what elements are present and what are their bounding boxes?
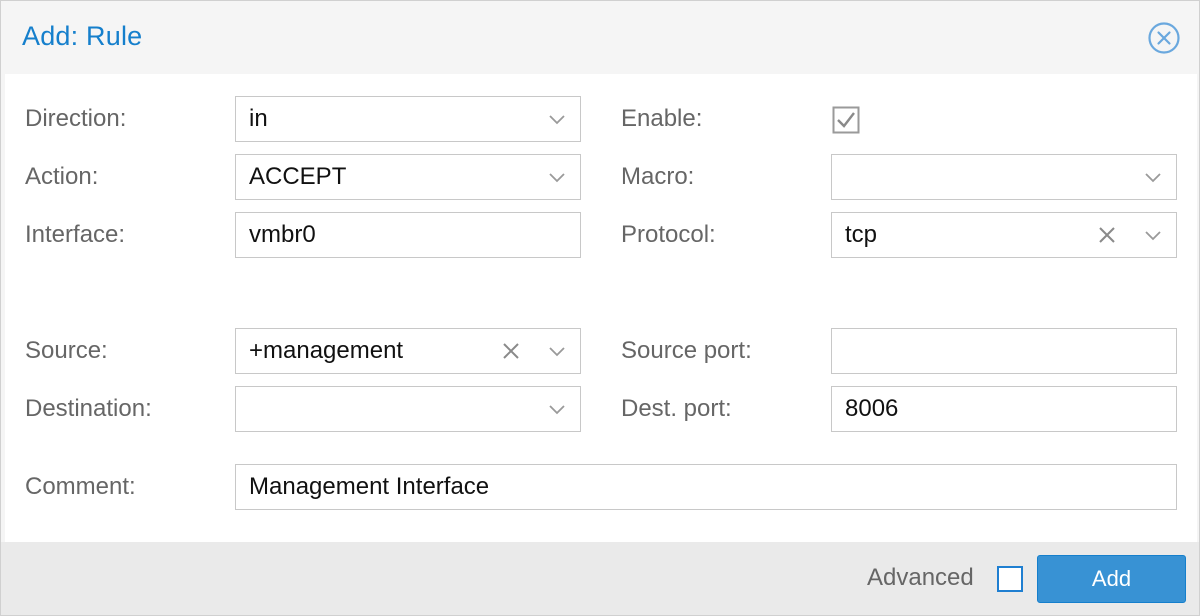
enable-label: Enable: <box>621 105 703 132</box>
form-body: Direction: in Enable: Action: ACCEPT Mac… <box>5 74 1197 542</box>
macro-label: Macro: <box>621 163 695 190</box>
protocol-clear-trigger[interactable] <box>1090 213 1124 257</box>
comment-label: Comment: <box>25 473 136 500</box>
advanced-checkbox[interactable] <box>997 566 1023 592</box>
enable-checkbox[interactable] <box>832 106 860 134</box>
chevron-down-icon <box>549 405 565 415</box>
action-dropdown-trigger[interactable] <box>540 155 574 199</box>
direction-value: in <box>249 105 268 132</box>
source-select[interactable]: +management <box>235 328 581 374</box>
direction-label: Direction: <box>25 105 127 132</box>
dest-port-value: 8006 <box>845 395 899 422</box>
protocol-value: tcp <box>845 221 878 248</box>
source-label: Source: <box>25 337 108 364</box>
dialog-title: Add: Rule <box>22 21 143 51</box>
add-button[interactable]: Add <box>1037 555 1186 603</box>
add-rule-dialog: Add: Rule Direction: in Enable: Action: … <box>0 0 1200 616</box>
comment-value: Management Interface <box>249 473 490 500</box>
action-value: ACCEPT <box>249 163 347 190</box>
close-button[interactable] <box>1147 21 1181 55</box>
chevron-down-icon <box>1145 173 1161 183</box>
source-port-label: Source port: <box>621 337 752 364</box>
source-clear-trigger[interactable] <box>494 329 528 373</box>
source-port-input[interactable] <box>831 328 1177 374</box>
dialog-footer: Advanced Add <box>1 542 1199 615</box>
advanced-label: Advanced <box>867 564 974 591</box>
macro-dropdown-trigger[interactable] <box>1136 155 1170 199</box>
interface-label: Interface: <box>25 221 126 248</box>
comment-input[interactable]: Management Interface <box>235 464 1177 510</box>
destination-label: Destination: <box>25 395 152 422</box>
chevron-down-icon <box>549 115 565 125</box>
chevron-down-icon <box>549 347 565 357</box>
chevron-down-icon <box>1145 231 1161 241</box>
close-circle-icon <box>1148 22 1180 54</box>
checkbox-checked-icon <box>832 106 860 134</box>
interface-value: vmbr0 <box>249 221 316 248</box>
protocol-dropdown-trigger[interactable] <box>1136 213 1170 257</box>
protocol-select[interactable]: tcp <box>831 212 1177 258</box>
destination-dropdown-trigger[interactable] <box>540 387 574 431</box>
protocol-label: Protocol: <box>621 221 716 248</box>
destination-select[interactable] <box>235 386 581 432</box>
dialog-header: Add: Rule <box>1 1 1199 73</box>
clear-x-icon <box>1099 227 1115 243</box>
source-value: +management <box>249 337 404 364</box>
macro-select[interactable] <box>831 154 1177 200</box>
dest-port-input[interactable]: 8006 <box>831 386 1177 432</box>
direction-select[interactable]: in <box>235 96 581 142</box>
clear-x-icon <box>503 343 519 359</box>
action-select[interactable]: ACCEPT <box>235 154 581 200</box>
source-dropdown-trigger[interactable] <box>540 329 574 373</box>
dest-port-label: Dest. port: <box>621 395 732 422</box>
interface-input[interactable]: vmbr0 <box>235 212 581 258</box>
direction-dropdown-trigger[interactable] <box>540 97 574 141</box>
action-label: Action: <box>25 163 99 190</box>
chevron-down-icon <box>549 173 565 183</box>
